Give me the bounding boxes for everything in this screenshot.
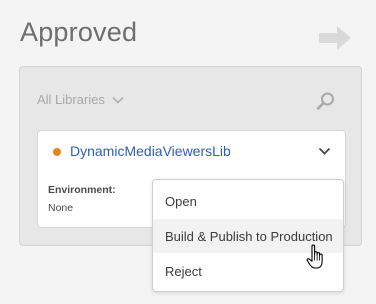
library-filter[interactable]: All Libraries xyxy=(37,92,124,107)
status-dot xyxy=(53,148,61,156)
menu-item-open[interactable]: Open xyxy=(153,184,343,218)
library-name-link[interactable]: DynamicMediaViewersLib xyxy=(70,143,231,159)
chevron-down-icon xyxy=(112,96,124,104)
library-filter-label: All Libraries xyxy=(37,92,105,107)
chevron-down-icon[interactable] xyxy=(318,147,331,156)
search-icon[interactable] xyxy=(316,91,336,111)
page-title: Approved xyxy=(20,17,138,47)
environment-value: None xyxy=(48,202,74,214)
environment-label: Environment: xyxy=(48,184,116,196)
arrow-right-icon[interactable] xyxy=(318,25,352,51)
actions-menu: Open Build & Publish to Production Rejec… xyxy=(152,179,344,292)
hand-pointer-icon xyxy=(306,244,323,269)
